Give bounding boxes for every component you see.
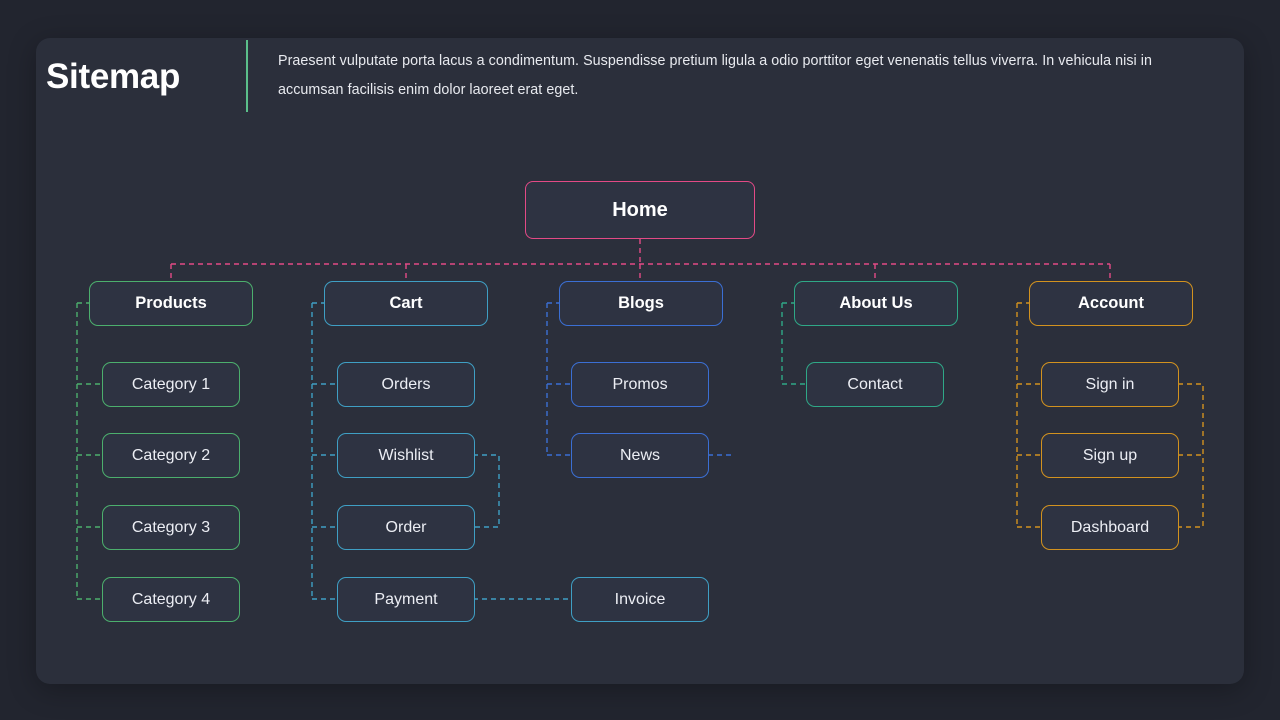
node-label: Order bbox=[385, 518, 427, 536]
sitemap-slide: Sitemap Praesent vulputate porta lacus a… bbox=[0, 0, 1280, 720]
node-label: Blogs bbox=[618, 294, 664, 312]
node-news[interactable]: News bbox=[571, 433, 709, 478]
node-payment[interactable]: Payment bbox=[337, 577, 475, 622]
node-wishlist[interactable]: Wishlist bbox=[337, 433, 475, 478]
node-dashboard[interactable]: Dashboard bbox=[1041, 505, 1179, 550]
page-title: Sitemap bbox=[46, 56, 181, 96]
node-label: Category 1 bbox=[131, 375, 211, 393]
node-label: Home bbox=[612, 198, 668, 221]
node-label: Promos bbox=[612, 375, 668, 393]
node-account[interactable]: Account bbox=[1029, 281, 1193, 326]
node-label: Invoice bbox=[614, 590, 666, 608]
node-label: Account bbox=[1078, 294, 1144, 312]
node-home[interactable]: Home bbox=[525, 181, 755, 239]
node-label: Category 4 bbox=[131, 590, 211, 608]
node-label: About Us bbox=[839, 294, 913, 312]
node-invoice[interactable]: Invoice bbox=[571, 577, 709, 622]
node-label: Cart bbox=[389, 294, 423, 312]
node-promos[interactable]: Promos bbox=[571, 362, 709, 407]
node-label: Contact bbox=[847, 375, 903, 393]
node-label: Sign in bbox=[1085, 375, 1135, 393]
node-label: Wishlist bbox=[378, 446, 434, 464]
node-category-2[interactable]: Category 2 bbox=[102, 433, 240, 478]
node-category-3[interactable]: Category 3 bbox=[102, 505, 240, 550]
node-label: Products bbox=[135, 294, 207, 312]
header-description: Praesent vulputate porta lacus a condime… bbox=[278, 53, 1153, 98]
node-blogs[interactable]: Blogs bbox=[559, 281, 723, 326]
node-label: Dashboard bbox=[1070, 518, 1150, 536]
node-sign-up[interactable]: Sign up bbox=[1041, 433, 1179, 478]
node-label: News bbox=[619, 446, 660, 464]
node-about-us[interactable]: About Us bbox=[794, 281, 958, 326]
node-label: Payment bbox=[374, 590, 438, 608]
header: Sitemap Praesent vulputate porta lacus a… bbox=[46, 36, 1156, 116]
node-category-1[interactable]: Category 1 bbox=[102, 362, 240, 407]
header-divider bbox=[246, 40, 248, 112]
node-products[interactable]: Products bbox=[89, 281, 253, 326]
node-order[interactable]: Order bbox=[337, 505, 475, 550]
node-orders[interactable]: Orders bbox=[337, 362, 475, 407]
node-label: Orders bbox=[381, 375, 431, 393]
node-category-4[interactable]: Category 4 bbox=[102, 577, 240, 622]
node-label: Category 3 bbox=[131, 518, 211, 536]
node-label: Category 2 bbox=[131, 446, 211, 464]
node-contact[interactable]: Contact bbox=[806, 362, 944, 407]
node-sign-in[interactable]: Sign in bbox=[1041, 362, 1179, 407]
node-label: Sign up bbox=[1082, 446, 1138, 464]
node-cart[interactable]: Cart bbox=[324, 281, 488, 326]
